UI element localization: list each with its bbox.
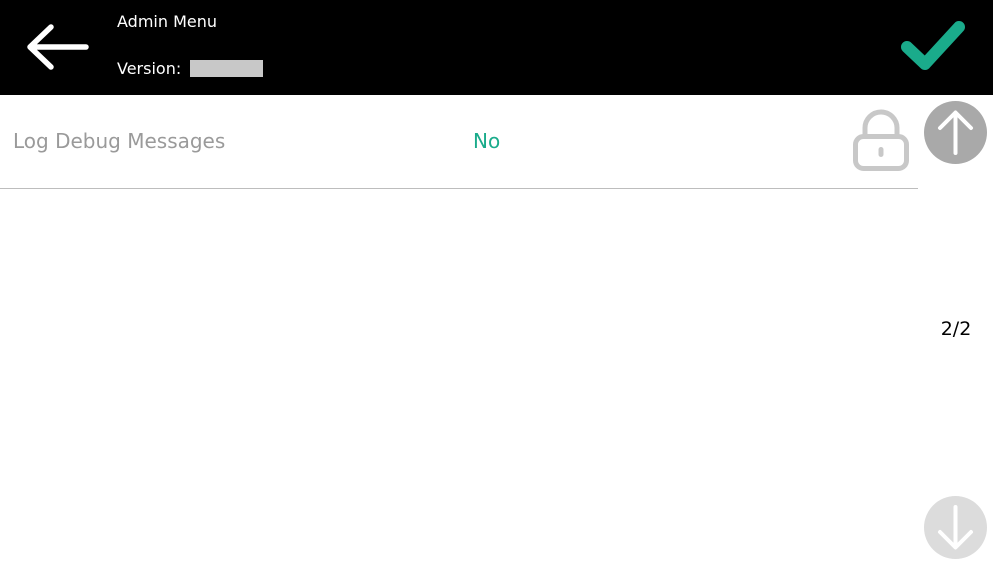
confirm-button[interactable] — [898, 18, 968, 74]
scroll-up-button[interactable] — [924, 101, 987, 164]
checkmark-icon — [901, 21, 965, 70]
version-value-redacted — [190, 60, 264, 77]
setting-value: No — [473, 129, 501, 153]
arrow-left-icon — [27, 24, 89, 70]
arrow-up-icon — [924, 101, 987, 164]
setting-label: Log Debug Messages — [13, 129, 226, 153]
page-indicator: 2/2 — [940, 318, 972, 340]
arrow-down-icon — [924, 496, 987, 559]
version-row: Version: — [117, 57, 264, 80]
app-header: Admin Menu Version: — [0, 0, 993, 95]
setting-row-log-debug-messages[interactable]: Log Debug Messages No — [0, 95, 918, 189]
page-title: Admin Menu — [117, 12, 218, 31]
version-label: Version: — [117, 58, 182, 78]
lock-icon — [850, 107, 912, 171]
scroll-down-button[interactable] — [924, 496, 987, 559]
back-button[interactable] — [22, 18, 94, 76]
